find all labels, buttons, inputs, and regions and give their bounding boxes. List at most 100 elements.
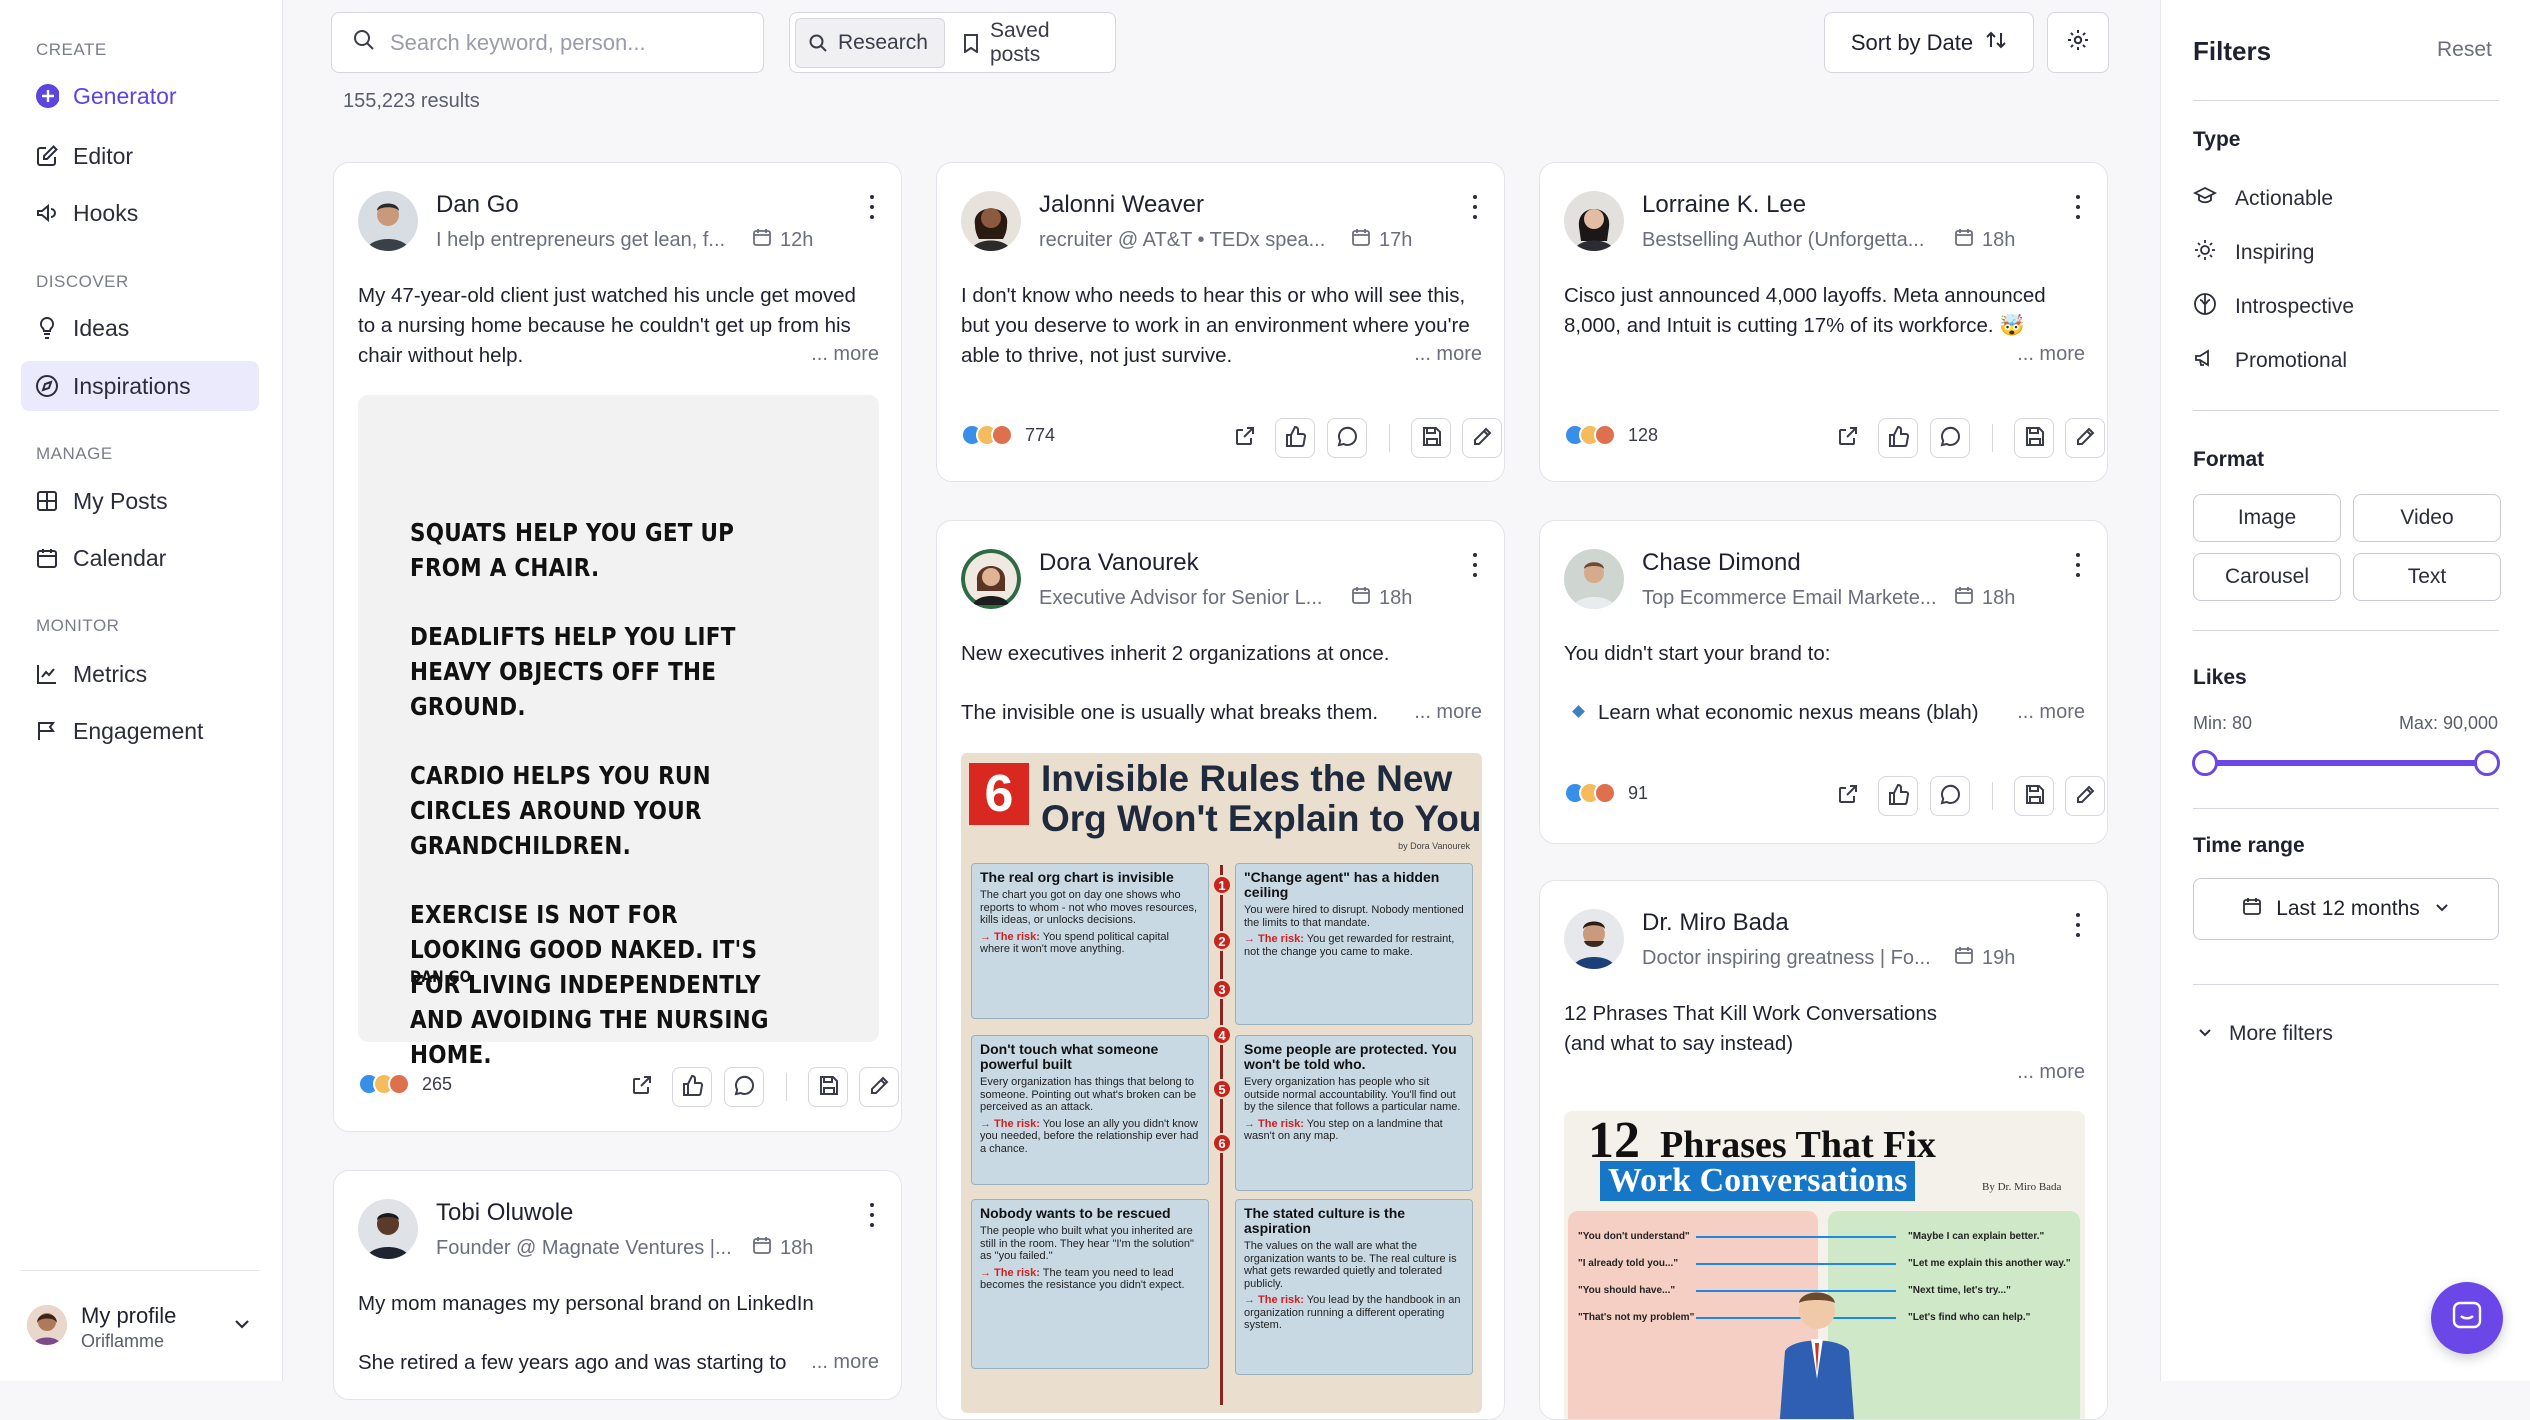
more-link[interactable]: ... more xyxy=(1414,343,1482,366)
edit-button[interactable] xyxy=(2065,418,2105,458)
sidebar-item-engagement[interactable]: Engagement xyxy=(21,706,259,756)
post-card[interactable]: Chase Dimond Top Ecommerce Email Markete… xyxy=(1539,520,2108,844)
type-actionable[interactable]: Actionable xyxy=(2192,184,2333,214)
more-link[interactable]: ... more xyxy=(2017,701,2085,724)
author-name[interactable]: Dr. Miro Bada xyxy=(1642,909,1789,937)
more-link[interactable]: ... more xyxy=(811,1351,879,1374)
save-button[interactable] xyxy=(808,1067,848,1107)
post-card[interactable]: Dr. Miro Bada Doctor inspiring greatness… xyxy=(1539,880,2108,1420)
settings-button[interactable] xyxy=(2047,12,2109,73)
comment-icon xyxy=(1939,783,1961,810)
type-introspective[interactable]: Introspective xyxy=(2193,292,2354,322)
like-button[interactable] xyxy=(1275,418,1315,458)
sidebar-item-editor[interactable]: Editor xyxy=(21,131,259,181)
more-options-icon[interactable] xyxy=(2071,195,2085,219)
author-name[interactable]: Lorraine K. Lee xyxy=(1642,191,1806,219)
type-inspiring[interactable]: Inspiring xyxy=(2193,238,2314,268)
thumbs-up-icon xyxy=(1284,425,1306,452)
post-card[interactable]: Lorraine K. Lee Bestselling Author (Unfo… xyxy=(1539,162,2108,482)
post-image[interactable]: SQUATS HELP YOU GET UP FROM A CHAIR. DEA… xyxy=(358,395,879,1069)
comment-button[interactable] xyxy=(1930,776,1970,816)
format-carousel-button[interactable]: Carousel xyxy=(2193,553,2341,601)
post-image[interactable]: 6 Invisible Rules the New Org Won't Expl… xyxy=(961,753,1482,1413)
type-promotional[interactable]: Promotional xyxy=(2193,346,2347,376)
edit-button[interactable] xyxy=(2065,776,2105,816)
author-name[interactable]: Dan Go xyxy=(436,191,519,219)
reactions[interactable]: 265 xyxy=(358,1073,452,1095)
more-options-icon[interactable] xyxy=(1468,553,1482,577)
author-name[interactable]: Dora Vanourek xyxy=(1039,549,1199,577)
like-button[interactable] xyxy=(1878,776,1918,816)
sidebar-item-generator[interactable]: Generator xyxy=(21,71,259,121)
reactions[interactable]: 774 xyxy=(961,424,1055,446)
post-card[interactable]: Dan Go I help entrepreneurs get lean, f.… xyxy=(333,162,902,1132)
saved-posts-button[interactable]: Saved posts xyxy=(950,18,1110,68)
chat-button[interactable] xyxy=(2431,1282,2503,1354)
more-options-icon[interactable] xyxy=(2071,553,2085,577)
time-range-select[interactable]: Last 12 months xyxy=(2193,878,2499,940)
more-link[interactable]: ... more xyxy=(1414,701,1482,724)
avatar xyxy=(1564,909,1624,969)
sort-button[interactable]: Sort by Date xyxy=(1824,12,2034,73)
sidebar-item-calendar[interactable]: Calendar xyxy=(21,533,259,583)
open-link-button[interactable] xyxy=(1828,418,1868,458)
sidebar-item-metrics[interactable]: Metrics xyxy=(21,649,259,699)
like-button[interactable] xyxy=(672,1067,712,1107)
likes-slider-track[interactable] xyxy=(2192,750,2500,776)
sidebar-item-my-posts[interactable]: My Posts xyxy=(21,476,259,526)
thumbs-up-icon xyxy=(1887,425,1909,452)
post-actions: 128 xyxy=(1564,418,2105,458)
time-label: 18h xyxy=(780,1236,814,1259)
chevron-down-icon xyxy=(2197,1022,2213,1046)
search-input[interactable] xyxy=(390,29,750,56)
more-options-icon[interactable] xyxy=(865,195,879,219)
author-name[interactable]: Jalonni Weaver xyxy=(1039,191,1204,219)
reactions[interactable]: 91 xyxy=(1564,782,1648,804)
more-options-icon[interactable] xyxy=(865,1203,879,1227)
author-headline: Top Ecommerce Email Markete... xyxy=(1642,587,1937,609)
post-card[interactable]: Tobi Oluwole Founder @ Magnate Ventures … xyxy=(333,1170,902,1400)
save-button[interactable] xyxy=(2014,776,2054,816)
edit-icon xyxy=(35,144,59,168)
more-filters-toggle[interactable]: More filters xyxy=(2197,1022,2333,1046)
sidebar-item-hooks[interactable]: Hooks xyxy=(21,188,259,238)
post-time: 19h xyxy=(1954,945,2015,971)
infographic-title: Invisible Rules the New Org Won't Explai… xyxy=(1041,759,1481,839)
more-link[interactable]: ... more xyxy=(811,343,879,366)
comment-button[interactable] xyxy=(724,1067,764,1107)
reset-button[interactable]: Reset xyxy=(2437,38,2492,62)
research-button[interactable]: Research xyxy=(795,18,945,68)
more-options-icon[interactable] xyxy=(2071,913,2085,937)
sidebar-item-ideas[interactable]: Ideas xyxy=(21,303,259,353)
likes-count: 128 xyxy=(1628,424,1659,445)
likes-min-handle[interactable] xyxy=(2192,750,2218,776)
more-link[interactable]: ... more xyxy=(2017,343,2085,366)
quote-line: DEADLIFTS HELP YOU LIFT HEAVY OBJECTS OF… xyxy=(410,622,736,721)
more-options-icon[interactable] xyxy=(1468,195,1482,219)
author-name[interactable]: Chase Dimond xyxy=(1642,549,1801,577)
format-text-button[interactable]: Text xyxy=(2353,553,2501,601)
format-image-button[interactable]: Image xyxy=(2193,494,2341,542)
edit-button[interactable] xyxy=(859,1067,899,1107)
save-button[interactable] xyxy=(2014,418,2054,458)
sidebar-item-inspirations[interactable]: Inspirations xyxy=(21,361,259,411)
post-image[interactable]: 12 Phrases That Fix Work Conversations B… xyxy=(1564,1111,2085,1419)
reactions[interactable]: 128 xyxy=(1564,424,1658,446)
sidebar-item-label: Hooks xyxy=(73,199,139,226)
post-card[interactable]: Jalonni Weaver recruiter @ AT&T • TEDx s… xyxy=(936,162,1505,482)
comment-button[interactable] xyxy=(1930,418,1970,458)
post-card[interactable]: Dora Vanourek Executive Advisor for Seni… xyxy=(936,520,1505,1420)
like-button[interactable] xyxy=(1878,418,1918,458)
open-link-button[interactable] xyxy=(622,1067,662,1107)
author-name[interactable]: Tobi Oluwole xyxy=(436,1199,573,1227)
comment-button[interactable] xyxy=(1327,418,1367,458)
open-link-button[interactable] xyxy=(1225,418,1265,458)
profile-menu[interactable]: My profile Oriflamme xyxy=(21,1270,259,1351)
save-button[interactable] xyxy=(1411,418,1451,458)
likes-max-handle[interactable] xyxy=(2474,750,2500,776)
more-link[interactable]: ... more xyxy=(2017,1061,2085,1084)
edit-button[interactable] xyxy=(1462,418,1502,458)
open-link-button[interactable] xyxy=(1828,776,1868,816)
format-video-button[interactable]: Video xyxy=(2353,494,2501,542)
rule-number-badge: 4 xyxy=(1212,1025,1232,1045)
